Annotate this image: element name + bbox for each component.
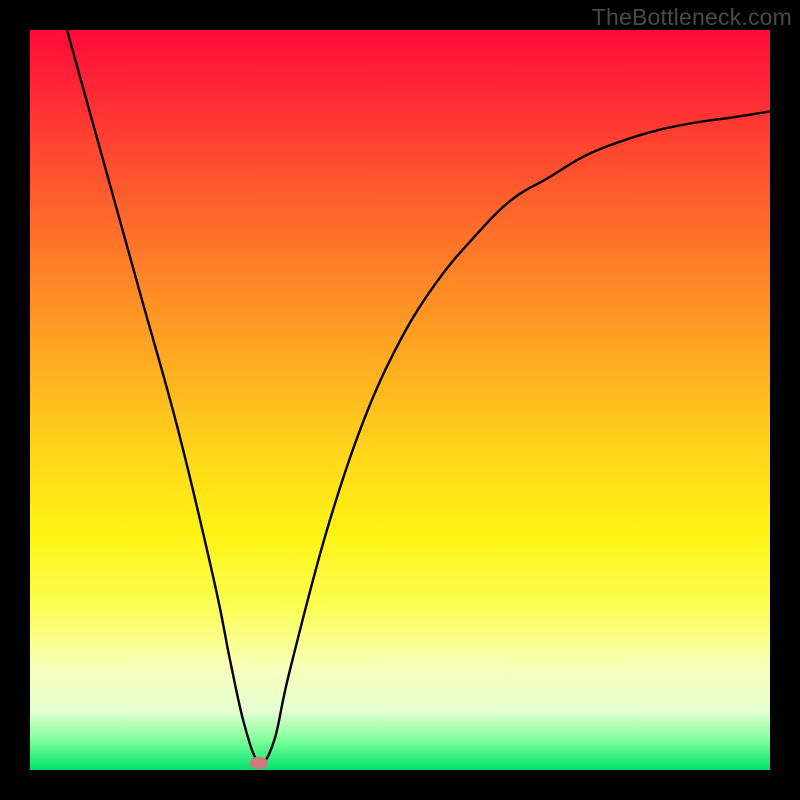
watermark-text: TheBottleneck.com [592,4,792,31]
chart-stage: TheBottleneck.com [0,0,800,800]
bottleneck-curve [67,30,770,763]
optimal-point-marker [250,756,268,769]
chart-curve-layer [30,30,770,770]
